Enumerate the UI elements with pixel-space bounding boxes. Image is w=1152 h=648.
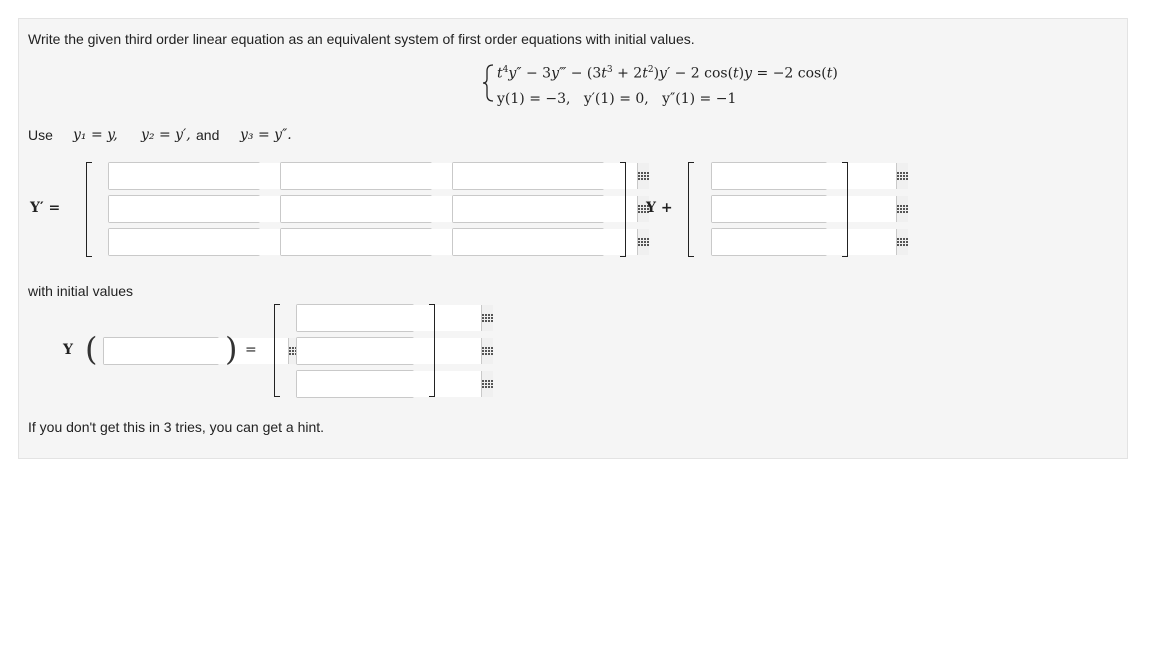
equals-sign: = [245, 342, 257, 358]
eq-minus2: − (3 [566, 65, 602, 82]
matrix-a32-input[interactable] [281, 229, 465, 255]
vector-right-bracket [842, 162, 848, 257]
grid-icon [897, 204, 908, 214]
matrix-a12-input[interactable] [281, 163, 465, 189]
grid-icon [638, 237, 649, 247]
question-panel: Write the given third order linear equat… [18, 18, 1128, 459]
vector-left-bracket [688, 162, 694, 257]
initial-cond-1: y(1) = −3, [497, 91, 571, 107]
y-prime-label: Y′ = [30, 200, 61, 216]
palette-button[interactable] [481, 371, 493, 397]
matrix-a21-input[interactable] [109, 196, 293, 222]
init-vector-2-field[interactable] [296, 337, 493, 365]
matrix-left-bracket [86, 162, 92, 257]
matrix-a22-input[interactable] [281, 196, 465, 222]
grid-icon [897, 171, 908, 181]
grid-icon [638, 171, 649, 181]
eq-rhs: = −2 cos( [752, 65, 827, 82]
equation-line-2: y(1) = −3, y′(1) = 0, y″(1) = −1 [497, 91, 736, 107]
use-y1: y₁ = y, [73, 127, 118, 143]
matrix-a33-field[interactable] [452, 228, 649, 256]
vector-b3-field[interactable] [711, 228, 908, 256]
vector-b2-input[interactable] [712, 196, 896, 222]
palette-button[interactable] [896, 163, 908, 189]
grid-icon [897, 237, 908, 247]
eq-minus1: − 3 [521, 65, 552, 82]
matrix-a11-field[interactable] [108, 162, 305, 190]
matrix-a21-field[interactable] [108, 195, 305, 223]
vector-b1-input[interactable] [712, 163, 896, 189]
matrix-right-bracket [620, 162, 626, 257]
matrix-a33-input[interactable] [453, 229, 637, 255]
y-plus-label: Y + [646, 200, 673, 216]
initial-t-input[interactable] [104, 338, 288, 364]
use-y3: y₃ = y″. [240, 127, 292, 143]
y-initial-label: Y [63, 342, 73, 358]
init-vector-3-field[interactable] [296, 370, 493, 398]
palette-button[interactable] [637, 229, 649, 255]
use-and: and [196, 127, 220, 143]
paren-left: ( [85, 330, 98, 368]
eq-y-dd: y″ [508, 65, 522, 82]
initial-cond-3: y″(1) = −1 [662, 91, 737, 107]
init-vector-2-input[interactable] [297, 338, 481, 364]
matrix-a23-input[interactable] [453, 196, 637, 222]
init-vector-right-bracket [429, 304, 435, 397]
vector-b1-field[interactable] [711, 162, 908, 190]
initial-t-field[interactable] [103, 337, 300, 365]
matrix-a13-field[interactable] [452, 162, 649, 190]
matrix-a11-input[interactable] [109, 163, 293, 189]
eq-plus: + 2 [612, 65, 643, 82]
palette-button[interactable] [896, 196, 908, 222]
initial-values-label: with initial values [28, 283, 134, 299]
eq-yvar: y [744, 65, 753, 82]
palette-button[interactable] [637, 163, 649, 189]
equation-line-1: t4y″ − 3y‴ − (3t3 + 2t2)y′ − 2 cos(t)y =… [497, 65, 838, 82]
hint-text: If you don't get this in 3 tries, you ca… [28, 419, 325, 435]
init-vector-1-field[interactable] [296, 304, 493, 332]
vector-b2-field[interactable] [711, 195, 908, 223]
init-vector-left-bracket [274, 304, 280, 397]
init-vector-3-input[interactable] [297, 371, 481, 397]
matrix-a13-input[interactable] [453, 163, 637, 189]
palette-button[interactable] [481, 338, 493, 364]
eq-y-ddd: y‴ [551, 65, 567, 82]
palette-button[interactable] [896, 229, 908, 255]
grid-icon [482, 346, 493, 356]
use-label: Use [28, 127, 53, 143]
instruction-text: Write the given third order linear equat… [28, 31, 695, 47]
matrix-a23-field[interactable] [452, 195, 649, 223]
grid-icon [482, 313, 493, 323]
init-vector-1-input[interactable] [297, 305, 481, 331]
grid-icon [482, 379, 493, 389]
vector-b3-input[interactable] [712, 229, 896, 255]
palette-button[interactable] [481, 305, 493, 331]
matrix-a32-field[interactable] [280, 228, 477, 256]
paren-right: ) [225, 330, 238, 368]
matrix-a12-field[interactable] [280, 162, 477, 190]
matrix-a31-input[interactable] [109, 229, 293, 255]
equation-brace [481, 63, 495, 103]
eq-close3: ) [832, 65, 838, 82]
matrix-a31-field[interactable] [108, 228, 305, 256]
matrix-a22-field[interactable] [280, 195, 477, 223]
eq-yp: y′ [659, 65, 671, 82]
initial-cond-2: y′(1) = 0, [583, 91, 649, 107]
eq-minus3: − 2 cos( [670, 65, 734, 82]
use-y2: y₂ = y′, [141, 127, 191, 143]
